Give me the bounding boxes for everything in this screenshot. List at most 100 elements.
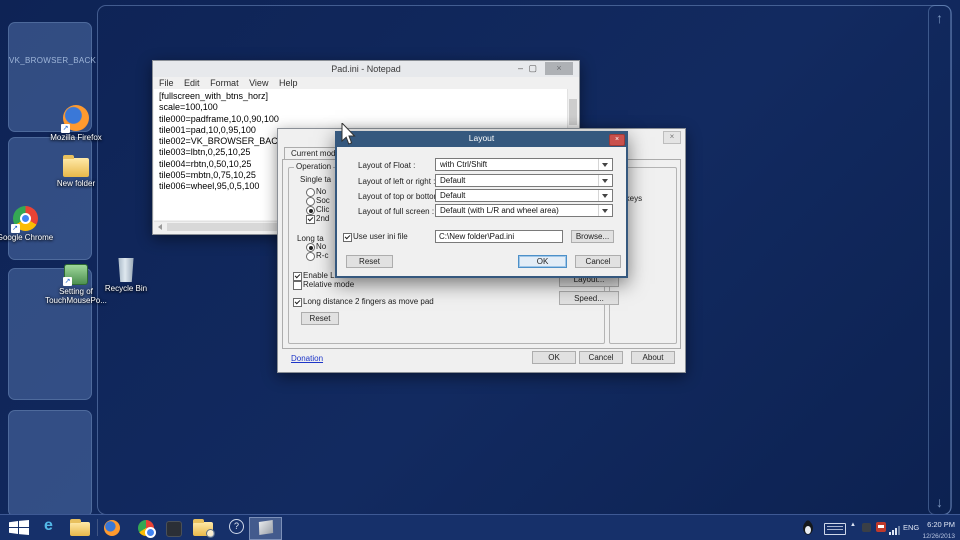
hidden-icons-chevron[interactable]: ▲ xyxy=(850,522,856,528)
dropdown-arrow-icon xyxy=(598,205,612,216)
use-ini-label: Use user ini file xyxy=(353,232,408,241)
file-explorer-icon[interactable] xyxy=(70,522,90,536)
desktop-icon-firefox[interactable]: ↗ Mozilla Firefox xyxy=(44,105,108,142)
ini-path-input[interactable] xyxy=(435,230,563,243)
groupbox-label: Operation xyxy=(294,162,333,171)
mouse-cursor xyxy=(341,123,358,152)
combo-layout-left-right[interactable]: Default xyxy=(435,174,613,187)
menu-view[interactable]: View xyxy=(249,78,268,88)
combo-layout-full-screen[interactable]: Default (with L/R and wheel area) xyxy=(435,204,613,217)
touchmouse-setting-icon: ↗ xyxy=(64,264,88,285)
cancel-button[interactable]: Cancel xyxy=(575,255,621,268)
firefox-taskbar-icon[interactable] xyxy=(104,520,120,536)
radio-so[interactable] xyxy=(306,197,315,206)
menu-help[interactable]: Help xyxy=(279,78,298,88)
date-label: 12/26/2013 xyxy=(922,533,955,540)
dialog-title: Layout xyxy=(335,131,628,146)
scrollbar-thumb[interactable] xyxy=(569,99,577,125)
combo-layout-top-bottom[interactable]: Default xyxy=(435,189,613,202)
reset-button[interactable]: Reset xyxy=(301,312,339,325)
firefox-icon: ↗ xyxy=(63,105,89,131)
row-label: Layout of left or right : xyxy=(358,177,435,186)
close-button[interactable]: × xyxy=(545,62,573,75)
time-label: 6:20 PM xyxy=(927,520,955,529)
language-indicator[interactable]: ENG xyxy=(903,523,919,532)
donation-link[interactable]: Donation xyxy=(291,354,323,363)
recycle-bin-icon xyxy=(117,258,135,282)
desktop-icon-new-folder[interactable]: New folder xyxy=(44,155,108,188)
network-icon[interactable] xyxy=(889,522,900,540)
radio-none[interactable] xyxy=(306,188,315,197)
dropdown-arrow-icon xyxy=(598,159,612,170)
ini-line: scale=100,100 xyxy=(159,102,568,113)
row-label: Layout of top or bottom : xyxy=(358,192,445,201)
wheel-down-icon: ↓ xyxy=(929,495,950,509)
taskbar-separator xyxy=(97,519,98,536)
desktop-icon-label: Recycle Bin xyxy=(94,284,158,293)
shortcut-arrow-icon: ↗ xyxy=(63,277,72,286)
close-button[interactable]: × xyxy=(663,131,681,144)
shortcut-arrow-icon: ↗ xyxy=(11,224,20,233)
dropdown-arrow-icon xyxy=(598,190,612,201)
close-button[interactable]: × xyxy=(609,134,625,146)
action-center-icon[interactable] xyxy=(876,522,886,532)
overlay-tile-middle-button[interactable] xyxy=(8,410,92,517)
tray-touchmouse-icon[interactable] xyxy=(802,520,814,540)
desktop-icon-google-chrome[interactable]: ↗ Google Chrome xyxy=(0,206,57,242)
desktop-icon-recycle-bin[interactable]: Recycle Bin xyxy=(94,258,158,293)
start-button[interactable] xyxy=(9,520,29,535)
desktop-icon-label: Mozilla Firefox xyxy=(44,133,108,142)
desktop-icon-label: Google Chrome xyxy=(0,233,57,242)
layout-dialog: Layout × Layout of Float : with Ctrl/Shi… xyxy=(335,131,628,278)
help-icon[interactable]: ? xyxy=(229,519,244,534)
row-label: Layout of full screen : xyxy=(358,207,434,216)
browse-button[interactable]: Browse... xyxy=(571,230,614,243)
menu-file[interactable]: File xyxy=(159,78,174,88)
search-folder-icon[interactable] xyxy=(193,522,213,536)
notepad-title: Pad.ini - Notepad xyxy=(331,64,401,74)
radio-rclick[interactable] xyxy=(306,252,315,261)
overlay-wheel-strip[interactable]: ↑ ↓ xyxy=(928,5,951,515)
checkbox-relative-mode[interactable] xyxy=(293,281,302,290)
chrome-icon: ↗ xyxy=(13,206,38,231)
layout-dialog-titlebar[interactable]: Layout × xyxy=(335,131,628,147)
touch-keyboard-icon[interactable] xyxy=(824,523,846,535)
tray-icon-dark[interactable] xyxy=(862,523,871,532)
clock[interactable]: 6:20 PM 12/26/2013 xyxy=(918,518,955,540)
menu-edit[interactable]: Edit xyxy=(184,78,200,88)
internet-explorer-icon[interactable]: e xyxy=(44,517,53,535)
menu-format[interactable]: Format xyxy=(210,78,239,88)
chrome-taskbar-icon[interactable] xyxy=(138,520,154,536)
checkbox-long-distance[interactable] xyxy=(293,298,302,307)
desktop-icon-label: New folder xyxy=(44,179,108,188)
single-tap-label: Single ta xyxy=(300,175,331,184)
checkbox-enable[interactable] xyxy=(293,272,302,281)
combo-layout-of-float[interactable]: with Ctrl/Shift xyxy=(435,158,613,171)
radio-long-none[interactable] xyxy=(306,243,315,252)
ok-button[interactable]: OK xyxy=(532,351,576,364)
maximize-button[interactable]: ▢ xyxy=(528,63,537,74)
ok-button[interactable]: OK xyxy=(518,255,567,268)
checkbox-2nd[interactable] xyxy=(306,215,315,224)
notepad-menubar: File Edit Format View Help xyxy=(155,78,301,88)
radio-click[interactable] xyxy=(306,206,315,215)
about-button[interactable]: About xyxy=(631,351,675,364)
folder-icon xyxy=(63,158,89,177)
notepad-titlebar[interactable]: Pad.ini - Notepad xyxy=(153,61,579,77)
cancel-button[interactable]: Cancel xyxy=(579,351,623,364)
app-icon-dark[interactable] xyxy=(166,521,182,537)
overlay-tile-label: VK_BROWSER_BACK xyxy=(9,56,91,65)
ini-line: [fullscreen_with_btns_horz] xyxy=(159,91,568,102)
desktop: VK_BROWSER_BACK ↑ ↓ ↗ Mozilla Firefox Ne… xyxy=(0,0,960,540)
minimize-button[interactable]: – xyxy=(518,63,523,73)
speed-button[interactable]: Speed... xyxy=(559,291,619,305)
checkbox-use-ini[interactable] xyxy=(343,233,352,242)
active-task-touchmouse[interactable] xyxy=(249,517,282,540)
ini-line: tile000=padframe,10,0,90,100 xyxy=(159,114,568,125)
touchmouse-app-icon xyxy=(258,520,272,535)
scroll-left-icon[interactable] xyxy=(158,224,162,230)
dropdown-arrow-icon xyxy=(598,175,612,186)
reset-button[interactable]: Reset xyxy=(346,255,393,268)
row-label: Layout of Float : xyxy=(358,161,415,170)
taskbar: e ? ▲ xyxy=(0,514,960,540)
